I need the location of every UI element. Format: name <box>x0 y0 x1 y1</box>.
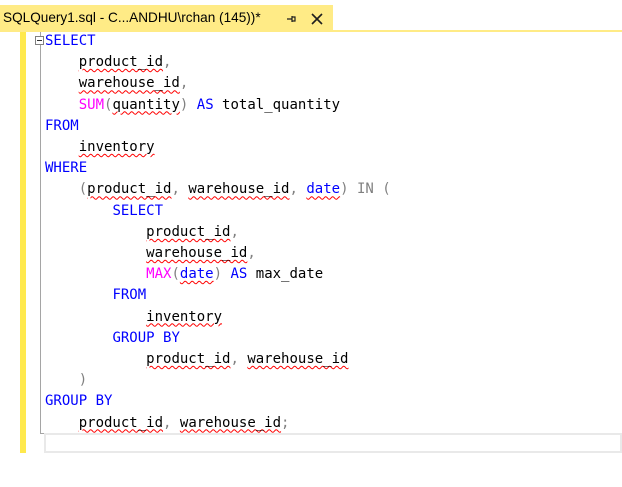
code-line[interactable]: FROM <box>45 116 79 136</box>
code-line[interactable]: ) <box>45 370 87 390</box>
code-token: ( <box>171 266 180 283</box>
code-line[interactable]: warehouse_id, <box>45 243 256 263</box>
code-token: , <box>163 54 172 71</box>
code-token: product_id <box>78 54 164 71</box>
code-line[interactable]: SELECT <box>45 31 96 51</box>
code-line[interactable]: inventory <box>45 137 155 157</box>
code-token: WHERE <box>45 160 88 177</box>
code-token: , <box>289 181 298 198</box>
change-tracking-bar <box>20 32 26 453</box>
pin-icon[interactable] <box>283 11 299 27</box>
code-token: warehouse_id <box>188 181 290 198</box>
code-line[interactable]: WHERE <box>45 158 87 178</box>
code-line[interactable]: (product_id, warehouse_id, date) IN ( <box>45 179 391 199</box>
code-token: IN <box>356 181 374 198</box>
code-token: , <box>230 223 239 240</box>
code-token: MAX <box>146 266 172 283</box>
code-token: AS <box>196 96 214 113</box>
code-token: warehouse_id <box>179 414 282 431</box>
code-line[interactable]: GROUP BY <box>45 328 180 348</box>
code-token: , <box>171 181 180 198</box>
code-token: AS <box>230 266 248 283</box>
code-token: GROUP BY <box>112 329 180 346</box>
close-icon[interactable] <box>309 11 325 27</box>
code-line[interactable]: inventory <box>45 307 222 327</box>
code-token: SUM <box>78 96 105 113</box>
code-token: product_id <box>87 181 172 198</box>
code-token: FROM <box>45 117 79 134</box>
code-token: ; <box>281 414 290 431</box>
code-token: , <box>179 75 189 92</box>
code-token: ( <box>78 181 88 198</box>
code-line[interactable]: product_id, warehouse_id <box>45 349 348 369</box>
code-token: warehouse_id <box>146 245 248 261</box>
code-token: ( <box>382 181 391 198</box>
code-token: ) <box>340 181 349 198</box>
code-token: , <box>230 351 239 367</box>
outline-line <box>40 32 41 433</box>
document-tab-strip: SQLQuery1.sql - C...ANDHU\rchan (145))* <box>0 0 622 32</box>
code-line[interactable]: SUM(quantity) AS total_quantity <box>45 95 340 115</box>
code-token: GROUP BY <box>45 393 113 410</box>
code-token: SELECT <box>112 202 164 219</box>
code-line[interactable]: product_id, <box>45 222 239 242</box>
code-token: ) <box>78 372 88 389</box>
code-token: warehouse_id <box>78 75 180 92</box>
current-line-highlight[interactable] <box>44 433 622 453</box>
document-tab[interactable]: SQLQuery1.sql - C...ANDHU\rchan (145))* <box>0 5 333 30</box>
code-token: warehouse_id <box>247 351 349 367</box>
collapse-region-icon[interactable] <box>35 36 44 45</box>
code-line[interactable]: GROUP BY <box>45 391 112 411</box>
code-line[interactable]: FROM <box>45 285 146 305</box>
code-token: product_id <box>78 414 164 431</box>
code-token: max_date <box>247 266 324 283</box>
code-token: product_id <box>146 223 231 240</box>
code-token: inventory <box>78 139 155 155</box>
code-token: date <box>179 266 214 283</box>
code-line[interactable]: SELECT <box>45 201 163 221</box>
code-line[interactable]: MAX(date) AS max_date <box>45 264 323 284</box>
code-token: date <box>306 181 341 198</box>
code-token: SELECT <box>45 33 96 49</box>
code-line[interactable]: product_id, warehouse_id; <box>45 413 290 433</box>
code-token: product_id <box>146 351 231 367</box>
code-token: ) <box>213 266 223 283</box>
tab-title: SQLQuery1.sql - C...ANDHU\rchan (145))* <box>3 10 261 25</box>
code-line[interactable]: product_id, <box>45 52 172 72</box>
code-token: FROM <box>112 287 147 304</box>
code-token: , <box>247 245 256 261</box>
code-token: total_quantity <box>213 96 341 113</box>
code-token: inventory <box>146 308 223 325</box>
code-line[interactable]: warehouse_id, <box>45 73 189 93</box>
code-token: quantity <box>112 96 180 113</box>
sql-editor[interactable]: SELECT product_id, warehouse_id, SUM(qua… <box>0 32 622 487</box>
